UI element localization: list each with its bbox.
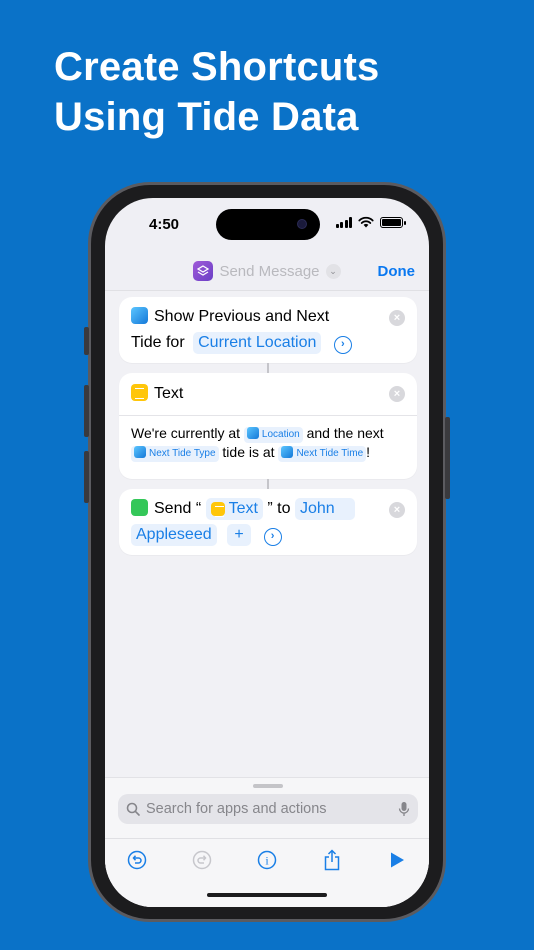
current-location-token[interactable]: Current Location [193,332,322,354]
status-icons [335,216,406,228]
recipient-token-cont[interactable]: Appleseed [131,524,217,546]
messages-icon [131,499,148,516]
recipient-token[interactable]: John [294,498,355,520]
dynamic-island [216,209,320,240]
volume-down-button [84,451,89,503]
svg-text:i: i [265,853,269,867]
done-button[interactable]: Done [378,263,416,280]
action-card-send-message[interactable]: Send “ Text ” to John Appleseed + › × [119,489,417,555]
chevron-down-icon: ⌄ [325,263,341,279]
remove-action-icon[interactable]: × [389,386,405,402]
play-icon[interactable] [386,849,408,871]
status-time: 4:50 [149,216,180,233]
location-variable-token[interactable]: Location [243,427,303,443]
shortcuts-app-icon [193,261,214,281]
text-body-segment: We're currently at [131,425,241,441]
action-text-header: Text [119,373,417,415]
expand-chevron-icon[interactable]: › [333,336,352,354]
action-tide-content: Show Previous and Next Tide for Current … [119,297,417,362]
battery-icon [380,216,406,228]
add-recipient-button[interactable]: + [227,524,252,546]
shortcut-title-menu[interactable]: Send Message ⌄ [193,261,341,281]
info-icon[interactable]: i [256,849,278,871]
headline-line-1: Create Shortcuts [54,45,380,89]
action-search-sheet: i [105,777,429,907]
cellular-signal-icon [335,216,352,228]
search-input[interactable] [146,801,392,817]
search-icon [126,802,140,816]
action-tide-title: Show Previous and Next [154,308,330,325]
text-icon [131,384,148,401]
home-indicator [207,893,327,897]
text-variable-token[interactable]: Text [205,498,263,520]
navigation-bar: Send Message ⌄ Done [105,252,429,290]
text-body-segment: tide is at [222,444,275,460]
remove-action-icon[interactable]: × [389,310,405,326]
phone-frame: 4:50 Send Message ⌄ Done Show Previous a… [84,182,450,922]
to-label: ” to [267,500,291,517]
action-connector [267,363,269,373]
action-send-content: Send “ Text ” to John Appleseed + › [119,489,417,554]
volume-up-button [84,385,89,437]
tide-icon [131,307,148,324]
tide-icon [246,427,259,439]
action-tide-title-cont: Tide for [131,334,185,351]
next-tide-time-token[interactable]: Next Tide Time [278,446,367,462]
share-icon[interactable] [321,848,343,871]
tide-icon [281,446,294,458]
text-body-segment: ! [366,444,371,460]
action-connector [267,479,269,489]
redo-icon[interactable] [191,849,213,871]
sheet-grabber[interactable] [253,784,283,788]
send-label: Send “ [154,500,202,517]
undo-icon[interactable] [126,849,148,871]
tide-icon [134,446,146,458]
remove-action-icon[interactable]: × [389,502,405,518]
headline: Create Shortcuts Using Tide Data [54,42,380,142]
editor-toolbar: i [105,838,429,874]
headline-line-2: Using Tide Data [54,95,359,139]
text-body[interactable]: We're currently at Location and the next… [119,416,417,470]
expand-chevron-icon[interactable]: › [263,528,282,546]
text-body-segment: and the next [306,425,384,441]
text-icon [210,502,225,517]
action-card-tide[interactable]: Show Previous and Next Tide for Current … [119,297,417,363]
action-card-text[interactable]: Text × We're currently at Location and t… [119,373,417,479]
camera-icon [297,219,307,229]
shortcut-title: Send Message [219,262,320,280]
side-button [445,417,450,499]
wifi-icon [358,216,374,228]
phone-screen: 4:50 Send Message ⌄ Done Show Previous a… [105,198,429,907]
next-tide-type-token[interactable]: Next Tide Type [131,446,219,462]
action-text-title: Text [154,385,184,402]
microphone-icon[interactable] [398,801,410,817]
status-bar: 4:50 [105,198,429,252]
action-button [84,327,89,355]
search-bar[interactable] [118,794,418,824]
